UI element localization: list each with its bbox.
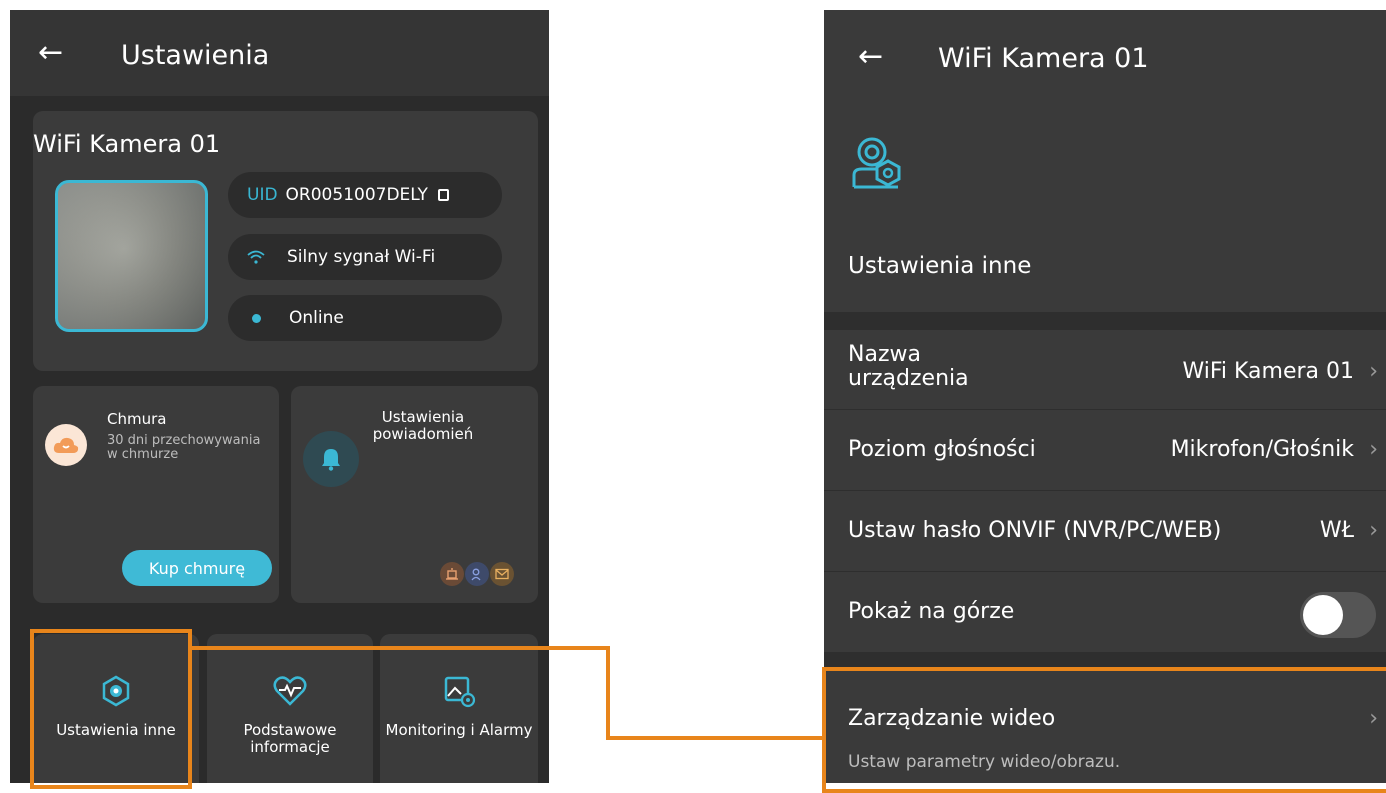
- highlight-box: [822, 667, 1386, 793]
- uid-label: UID: [247, 185, 278, 205]
- row-label: Nazwa urządzenia: [848, 342, 969, 391]
- stage: ← Ustawienia WiFi Kamera 01 UID OR005100…: [0, 0, 1386, 793]
- page-title: WiFi Kamera 01: [938, 43, 1149, 74]
- wifi-icon: [247, 250, 265, 264]
- cloud-description: 30 dni przechowywania w chmurze: [107, 433, 261, 462]
- row-value: Mikrofon/Głośnik: [1170, 437, 1354, 462]
- back-arrow-icon[interactable]: ←: [858, 42, 883, 72]
- device-name: WiFi Kamera 01: [33, 130, 221, 158]
- page-title: Ustawienia: [121, 40, 270, 71]
- top-bar: [10, 10, 549, 96]
- chevron-right-icon: ›: [1369, 437, 1378, 462]
- tile-label: Podstawowe informacje: [243, 721, 337, 756]
- connector-line: [192, 646, 610, 650]
- camera-preview[interactable]: [55, 180, 208, 332]
- wifi-status-pill: Silny sygnał Wi-Fi: [228, 234, 502, 280]
- row-label: Ustaw hasło ONVIF (NVR/PC/WEB): [848, 518, 1222, 543]
- mail-icon: [490, 562, 514, 586]
- volume-row[interactable]: Poziom głośności Mikrofon/Głośnik ›: [824, 410, 1386, 491]
- tile-basic-info[interactable]: Podstawowe informacje: [207, 634, 373, 783]
- divider: [824, 312, 1386, 330]
- show-on-top-toggle[interactable]: [1300, 592, 1376, 638]
- cloud-title: Chmura: [107, 410, 167, 428]
- camera-settings-icon: [852, 137, 901, 189]
- onvif-password-row[interactable]: Ustaw hasło ONVIF (NVR/PC/WEB) WŁ ›: [824, 491, 1386, 572]
- alarm-icon: [440, 562, 464, 586]
- notification-settings-title: Ustawienia powiadomień: [372, 408, 474, 443]
- highlight-box: [30, 629, 192, 789]
- copy-icon[interactable]: [437, 189, 449, 201]
- section-title: Ustawienia inne: [848, 253, 1032, 279]
- row-label: Pokaż na górze: [848, 599, 1015, 624]
- buy-cloud-button[interactable]: Kup chmurę: [122, 550, 272, 586]
- person-icon: [465, 562, 489, 586]
- bell-icon: [303, 431, 359, 487]
- heart-pulse-icon: [273, 676, 307, 706]
- row-label: Poziom głośności: [848, 437, 1036, 462]
- connector-line: [606, 646, 610, 740]
- online-status-pill: Online: [228, 295, 502, 341]
- row-value: WŁ: [1319, 518, 1354, 543]
- online-status-text: Online: [289, 308, 344, 328]
- status-dot-icon: [252, 313, 261, 323]
- wifi-status-text: Silny sygnał Wi-Fi: [287, 247, 436, 267]
- monitoring-icon: [444, 676, 476, 708]
- uid-value: OR0051007DELY: [285, 185, 428, 205]
- tile-monitoring-alarms[interactable]: Monitoring i Alarmy: [380, 634, 538, 783]
- show-on-top-row: Pokaż na górze: [824, 572, 1386, 653]
- toggle-knob: [1303, 595, 1343, 635]
- row-value: WiFi Kamera 01: [1182, 359, 1354, 384]
- connector-line: [606, 736, 824, 740]
- chevron-right-icon: ›: [1369, 518, 1378, 543]
- cloud-icon: [45, 424, 87, 466]
- chevron-right-icon: ›: [1369, 359, 1378, 384]
- back-arrow-icon[interactable]: ←: [38, 38, 63, 68]
- tile-label: Monitoring i Alarmy: [385, 721, 533, 739]
- uid-pill: UID OR0051007DELY: [228, 172, 502, 218]
- device-name-row[interactable]: Nazwa urządzenia WiFi Kamera 01 ›: [824, 330, 1386, 410]
